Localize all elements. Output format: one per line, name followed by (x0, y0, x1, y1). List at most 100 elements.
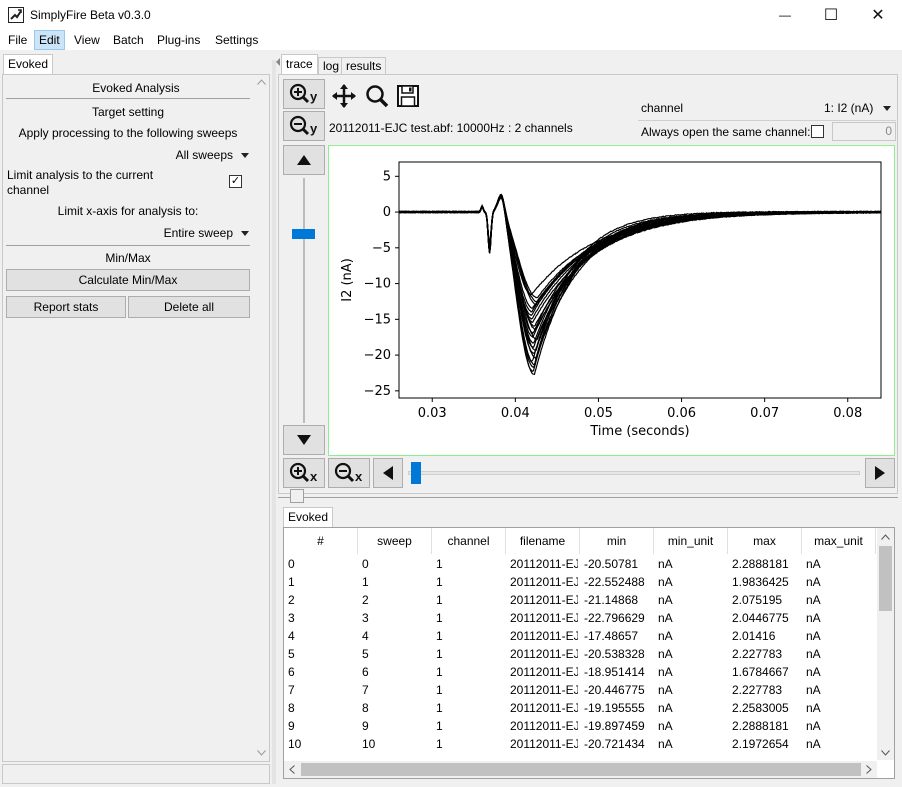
table-row[interactable]: 4 4 1 20112011-EJC -17.48657 nA 2.01416 nA (284, 627, 876, 645)
zoom-button[interactable] (363, 82, 391, 110)
divider (6, 98, 250, 99)
column-header-min-unit[interactable]: min_unit (654, 528, 728, 554)
table-cell: nA (658, 737, 673, 751)
table-h-thumb[interactable] (301, 763, 861, 776)
table-cell: 9 (362, 719, 369, 733)
sweep-trace (399, 194, 881, 354)
limit-channel-checkbox[interactable]: ✓ (229, 175, 242, 188)
maximize-button[interactable]: ☐ (808, 0, 854, 30)
table-cell: 5 (362, 647, 369, 661)
table-cell: 20112011-EJC (510, 629, 578, 643)
table-row[interactable]: 0 0 1 20112011-EJC -20.50781 nA 2.2888181 nA (284, 555, 876, 573)
table-cell: 10 (362, 737, 376, 751)
pan-button[interactable] (330, 82, 358, 110)
scroll-right-button[interactable] (865, 458, 895, 488)
trace-plot[interactable]: 5 0 −5 −10 −15 −20 −25 0.03 0.04 0.05 0.06 0.07 0.08… (328, 145, 895, 456)
table-cell: 3 (362, 611, 369, 625)
column-header-max-unit[interactable]: max_unit (802, 528, 876, 554)
panel-splitter[interactable] (272, 60, 276, 784)
x-scroll-handle[interactable] (411, 462, 421, 484)
table-cell: nA (806, 557, 821, 571)
table-row[interactable]: 10 10 1 20112011-EJC -20.721434 nA 2.1972654 nA (284, 735, 876, 753)
table-cell: -20.50781 (584, 557, 639, 571)
y-scroll-handle[interactable] (292, 229, 315, 239)
scroll-up-button[interactable] (283, 145, 325, 175)
table-row[interactable]: 9 9 1 20112011-EJC -19.897459 nA 2.2888181 nA (284, 717, 876, 735)
table-h-scrollbar[interactable] (284, 761, 877, 778)
y-tick-label: 0 (383, 205, 391, 220)
table-cell: nA (806, 719, 821, 733)
table-row[interactable]: 5 5 1 20112011-EJC -20.538328 nA 2.227783 nA (284, 645, 876, 663)
column-header--[interactable]: # (284, 528, 358, 554)
trace-chart[interactable]: 5 0 −5 −10 −15 −20 −25 0.03 0.04 0.05 0.06 0.07 0.08… (329, 146, 894, 455)
column-header-sweep[interactable]: sweep (358, 528, 432, 554)
sweep-trace (399, 196, 881, 331)
table-cell: 1 (436, 665, 443, 679)
left-scrollbar[interactable] (254, 75, 269, 761)
save-button[interactable] (394, 82, 422, 110)
tab-results[interactable]: results (341, 57, 387, 74)
table-row[interactable]: 7 7 1 20112011-EJC -20.446775 nA 2.227783 nA (284, 681, 876, 699)
always-open-checkbox[interactable] (811, 125, 824, 138)
tab-trace[interactable]: trace (281, 54, 318, 74)
table-v-scrollbar[interactable] (877, 528, 894, 760)
column-header-channel[interactable]: channel (432, 528, 506, 554)
calculate-minmax-button[interactable]: Calculate Min/Max (6, 269, 250, 291)
menu-file[interactable]: File (4, 30, 31, 50)
tab-evoked-results[interactable]: Evoked (283, 507, 334, 527)
menu-batch[interactable]: Batch (109, 30, 148, 50)
zoom-out-x-button[interactable]: x (328, 458, 370, 488)
splitter-handle[interactable] (290, 489, 304, 503)
channel-selector[interactable]: channel 1: I2 (nA) (638, 96, 896, 119)
table-row[interactable]: 2 2 1 20112011-EJC -21.14868 nA 2.075195 nA (284, 591, 876, 609)
column-header-min[interactable]: min (580, 528, 654, 554)
table-cell: nA (658, 719, 673, 733)
table-row[interactable]: 3 3 1 20112011-EJC -22.796629 nA 2.0446775 nA (284, 609, 876, 627)
y-scroll-track[interactable] (303, 178, 305, 423)
table-row[interactable]: 6 6 1 20112011-EJC -18.951414 nA 1.6784667 nA (284, 663, 876, 681)
xaxis-dropdown[interactable]: Entire sweep (153, 225, 253, 241)
close-icon: ✕ (871, 7, 885, 24)
table-cell: nA (806, 575, 821, 589)
scroll-left-button[interactable] (373, 458, 403, 488)
tab-evoked-left[interactable]: Evoked (3, 54, 54, 74)
menu-view[interactable]: View (70, 30, 104, 50)
table-cell: 2.01416 (732, 629, 776, 643)
chevron-down-icon (241, 230, 249, 236)
table-v-thumb[interactable] (879, 546, 892, 611)
table-cell: 0 (362, 557, 369, 571)
table-row[interactable]: 1 1 1 20112011-EJC -22.552488 nA 1.9836425 nA (284, 573, 876, 591)
svg-text:x: x (355, 469, 363, 484)
scroll-up-icon (881, 534, 890, 540)
close-button[interactable]: ✕ (855, 0, 901, 30)
column-header-max[interactable]: max (728, 528, 802, 554)
menu-edit[interactable]: Edit (34, 30, 65, 50)
left-status-bar (2, 764, 270, 784)
table-cell: 1 (436, 575, 443, 589)
menu-plugins[interactable]: Plug-ins (153, 30, 204, 50)
table-row[interactable]: 8 8 1 20112011-EJC -19.195555 nA 2.2583005 nA (284, 699, 876, 717)
x-scroll-track[interactable] (408, 471, 860, 475)
report-stats-button[interactable]: Report stats (6, 296, 126, 318)
table-cell: nA (658, 593, 673, 607)
sweep-trace (399, 195, 881, 348)
table-cell: -21.14868 (584, 593, 639, 607)
y-tick-label: 5 (383, 169, 391, 184)
zoom-in-y-button[interactable]: y (283, 79, 325, 109)
zoom-in-x-button[interactable]: x (283, 458, 325, 488)
table-cell: 2.2583005 (732, 701, 789, 715)
scroll-down-button[interactable] (283, 425, 325, 455)
table-cell: nA (658, 629, 673, 643)
zoom-out-y-button[interactable]: y (283, 111, 325, 141)
channel-index-input[interactable]: 0 (832, 122, 896, 141)
menu-settings[interactable]: Settings (211, 30, 262, 50)
sweeps-dropdown[interactable]: All sweeps (163, 147, 253, 163)
sweep-trace (399, 196, 881, 320)
table-cell: 1 (436, 593, 443, 607)
x-tick-label: 0.08 (833, 406, 862, 421)
horizontal-splitter[interactable] (278, 497, 898, 498)
channel-label: channel (641, 101, 684, 115)
minimize-button[interactable]: — (762, 0, 808, 30)
column-header-filename[interactable]: filename (506, 528, 580, 554)
delete-all-button[interactable]: Delete all (128, 296, 250, 318)
